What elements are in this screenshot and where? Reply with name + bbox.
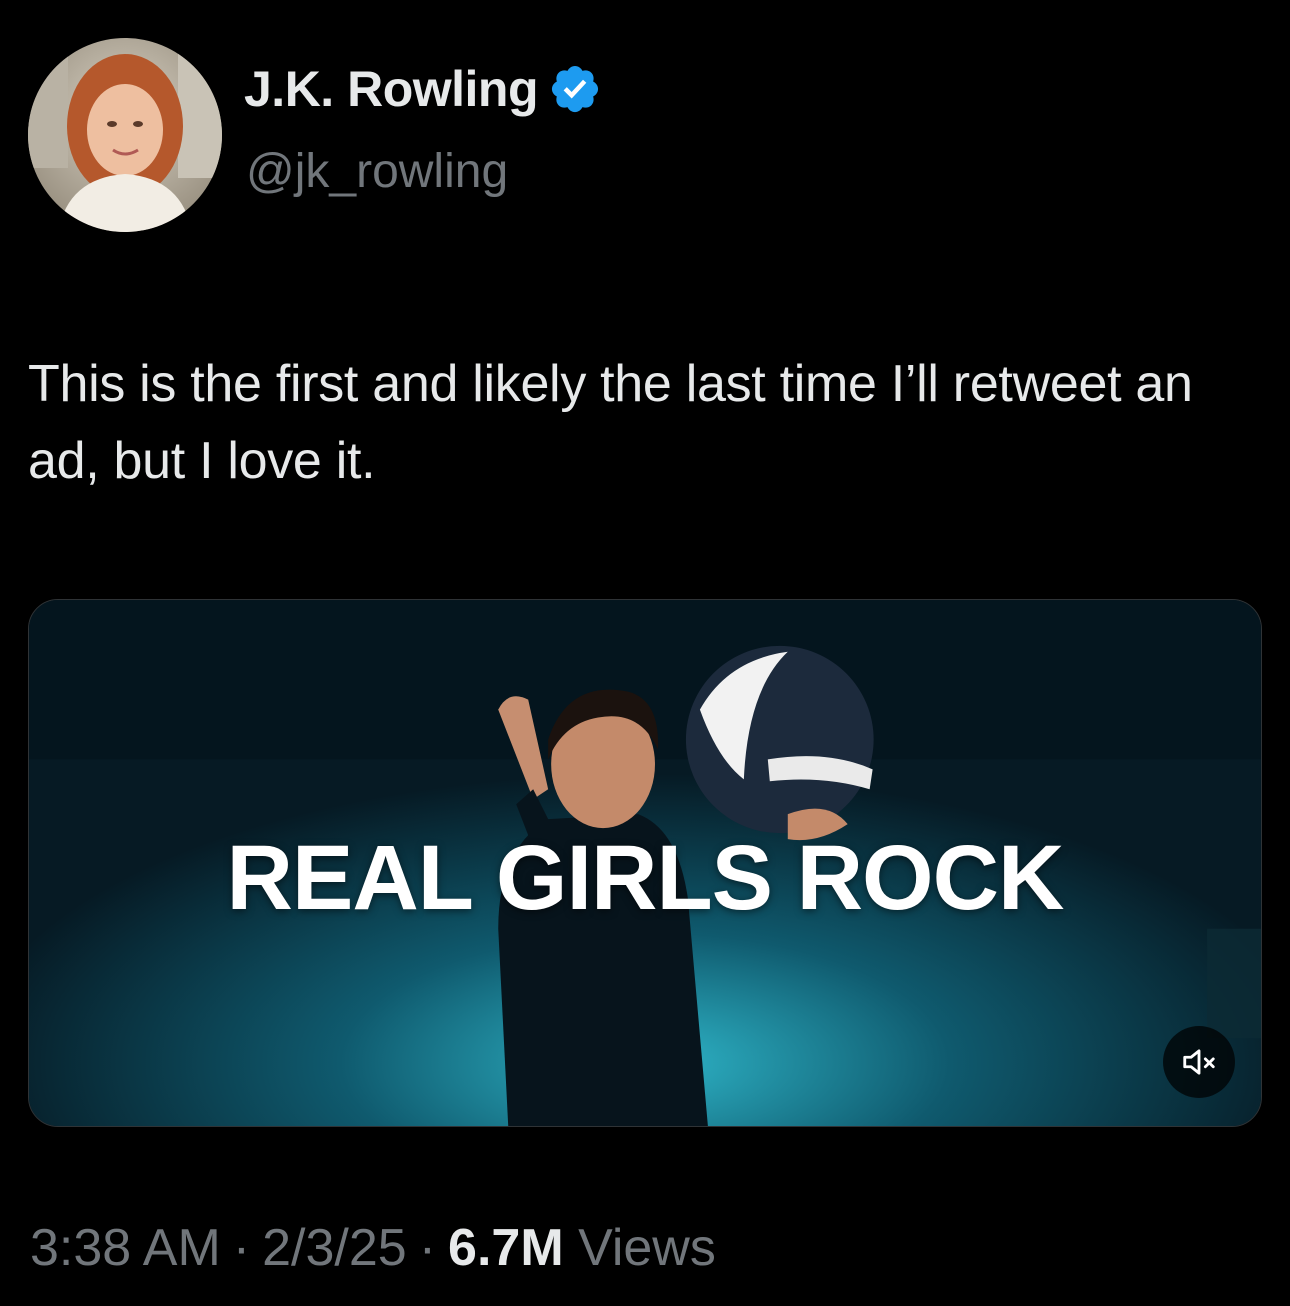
timestamp-time[interactable]: 3:38 AM — [30, 1222, 221, 1274]
author-name-row: J.K. Rowling — [244, 62, 602, 116]
tweet: J.K. Rowling @jk_rowling This is the fir… — [0, 0, 1290, 1306]
views-label: Views — [578, 1219, 716, 1277]
tweet-meta: 3:38 AM · 2/3/25 · 6.7M Views — [30, 1222, 716, 1274]
mute-toggle-button[interactable] — [1163, 1026, 1235, 1098]
views-count: 6.7M — [448, 1219, 564, 1277]
video-player[interactable]: REAL GIRLS ROCK — [28, 599, 1262, 1127]
timestamp-date[interactable]: 2/3/25 — [262, 1222, 407, 1274]
meta-separator: · — [232, 1219, 251, 1277]
verified-badge-icon[interactable] — [548, 62, 602, 116]
meta-separator: · — [418, 1219, 437, 1277]
display-name[interactable]: J.K. Rowling — [244, 64, 539, 114]
avatar[interactable] — [28, 38, 222, 232]
speaker-muted-icon — [1183, 1049, 1215, 1075]
video-caption: REAL GIRLS ROCK — [226, 827, 1065, 929]
avatar-image — [28, 38, 222, 232]
tweet-text: This is the first and likely the last ti… — [28, 355, 1193, 490]
author-handle[interactable]: @jk_rowling — [246, 148, 508, 196]
